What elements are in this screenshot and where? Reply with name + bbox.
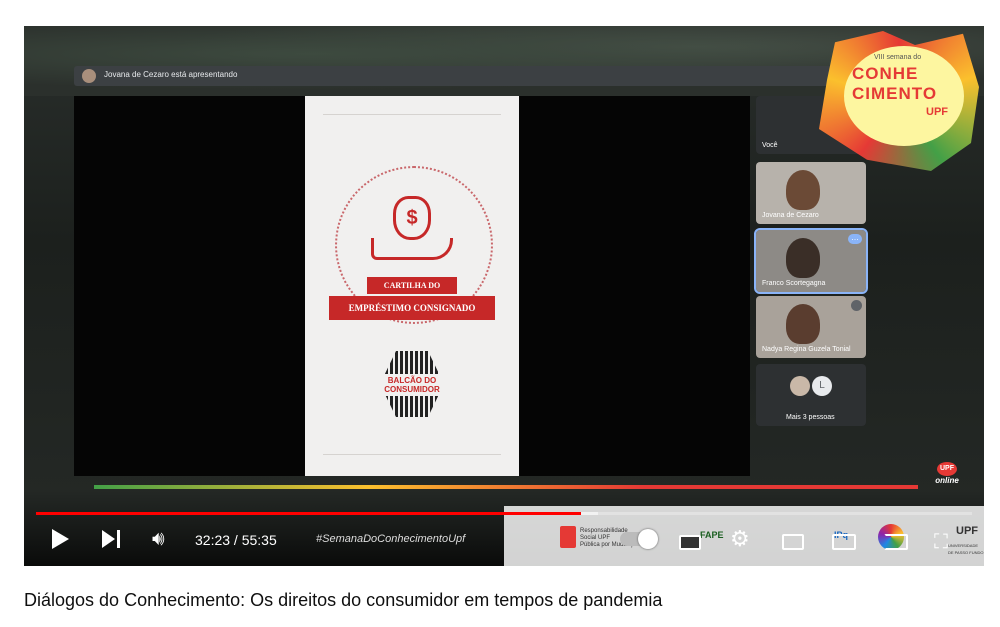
event-logo-small: VIII semana do	[874, 54, 922, 61]
hand-icon	[371, 238, 453, 260]
event-logo-line2: CIMENTO	[852, 84, 938, 103]
money-bag-icon: $	[393, 196, 431, 240]
time-display: 32:23 / 55:35	[195, 532, 277, 548]
slide-title-line1: CARTILHA DO	[367, 277, 457, 294]
participant-tile[interactable]: Nadya Regina Guzela Tonial	[756, 296, 866, 358]
duration: 55:35	[241, 532, 277, 548]
slide-divider-top	[323, 114, 501, 115]
presenter-avatar	[82, 69, 96, 83]
event-logo-line1: CONHE	[852, 64, 919, 83]
event-logo: VIII semana do CONHE CIMENTO UPF	[814, 26, 984, 176]
participant-video	[786, 170, 820, 210]
upf-online-label: online	[935, 476, 959, 485]
participant-name: Jovana de Cezaro	[762, 212, 819, 219]
settings-gear-icon[interactable]: ⚙	[730, 528, 750, 550]
upf-online-brand: UPF	[937, 462, 957, 476]
more-participants-tile[interactable]: L Mais 3 pessoas	[756, 364, 866, 426]
balcao-line2: CONSUMIDOR	[384, 385, 440, 394]
current-time: 32:23	[195, 532, 231, 548]
event-logo-org: UPF	[926, 106, 948, 118]
volume-icon[interactable]: 🔊︎	[152, 529, 165, 549]
self-tile-label: Você	[762, 142, 778, 149]
participant-video	[786, 304, 820, 344]
more-options-icon[interactable]: …	[848, 234, 862, 244]
participant-video	[786, 238, 820, 278]
progress-bar[interactable]	[36, 512, 972, 515]
played-bar	[36, 512, 582, 515]
next-icon-bar	[117, 530, 120, 548]
presenter-banner-text: Jovana de Cezaro está apresentando	[104, 70, 238, 79]
mic-muted-icon	[851, 300, 862, 311]
balcao-line1: BALCÃO DO	[387, 376, 437, 385]
theater-mode-icon[interactable]	[832, 534, 856, 550]
time-separator: /	[230, 532, 242, 548]
upf-online-badge: UPF online	[930, 462, 964, 485]
slide-title-line2: EMPRÉSTIMO CONSIGNADO	[329, 296, 495, 320]
event-logo-title: CONHE CIMENTO	[852, 64, 937, 104]
captions-icon[interactable]	[679, 535, 701, 550]
cast-icon[interactable]	[884, 534, 908, 550]
rainbow-stripe	[94, 485, 918, 489]
more-participants-label: Mais 3 pessoas	[786, 414, 835, 421]
balcao-consumidor-logo: BALCÃO DO CONSUMIDOR	[367, 374, 457, 396]
participant-avatar	[790, 376, 810, 396]
shared-slide: $ CARTILHA DO EMPRÉSTIMO CONSIGNADO BALC…	[305, 96, 519, 476]
video-player[interactable]: Jovana de Cezaro está apresentando $ CAR…	[24, 26, 984, 566]
video-title: Diálogos do Conhecimento: Os direitos do…	[24, 590, 663, 610]
slide-divider-bottom	[323, 454, 501, 455]
next-icon[interactable]	[102, 530, 115, 548]
play-icon[interactable]	[52, 529, 69, 549]
miniplayer-icon[interactable]	[782, 534, 804, 550]
autoplay-knob-icon[interactable]	[638, 529, 658, 549]
fullscreen-icon[interactable]: ⛶	[934, 532, 948, 552]
money-bag-symbol: $	[406, 207, 418, 229]
participant-name: Nadya Regina Guzela Tonial	[762, 346, 851, 353]
participant-tile[interactable]: … Franco Scortegagna	[754, 228, 868, 294]
presenter-banner: Jovana de Cezaro está apresentando	[74, 66, 834, 86]
participant-initial-avatar: L	[812, 376, 832, 396]
participant-name: Franco Scortegagna	[762, 280, 826, 287]
hashtag-watermark: #SemanaDoConhecimentoUpf	[316, 533, 466, 545]
